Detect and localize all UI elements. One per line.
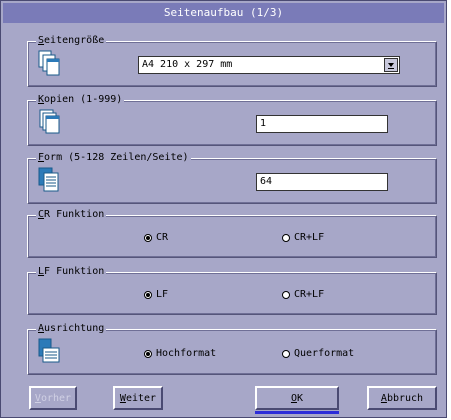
lf-function-group: LF Funktion LF CR+LF bbox=[27, 265, 437, 315]
page-stack-icon bbox=[38, 50, 60, 76]
cancel-button[interactable]: Abbruch bbox=[367, 386, 437, 410]
copies-input[interactable]: 1 bbox=[256, 115, 388, 133]
form-group: Form (5-128 Zeilen/Seite) 64 bbox=[27, 151, 437, 204]
portrait-option-radio[interactable]: Hochformat bbox=[144, 348, 216, 359]
page-setup-dialog: Seitenaufbau (1/3) Seitengröße A4 210 x … bbox=[0, 0, 447, 418]
radio-unselected-icon bbox=[282, 290, 290, 299]
lf-cr-lf-option-radio[interactable]: CR+LF bbox=[282, 289, 324, 300]
landscape-option-radio[interactable]: Querformat bbox=[282, 348, 354, 359]
dropdown-arrow-icon[interactable] bbox=[384, 58, 398, 72]
radio-selected-icon bbox=[144, 290, 152, 299]
dialog-title: Seitenaufbau (1/3) bbox=[3, 3, 444, 23]
orientation-legend: Ausrichtung bbox=[36, 322, 107, 336]
cr-function-group: CR Funktion CR CR+LF bbox=[27, 208, 437, 258]
page-size-legend: Seitengröße bbox=[36, 34, 107, 48]
page-size-dropdown[interactable]: A4 210 x 297 mm bbox=[138, 56, 400, 74]
radio-unselected-icon bbox=[282, 233, 290, 242]
radio-selected-icon bbox=[144, 349, 152, 358]
copies-icon bbox=[39, 109, 60, 134]
cr-option-radio[interactable]: CR bbox=[144, 232, 168, 243]
orientation-icon bbox=[38, 338, 60, 363]
page-size-value: A4 210 x 297 mm bbox=[142, 59, 233, 70]
back-button[interactable]: Vorher bbox=[29, 386, 77, 410]
document-lines-icon bbox=[38, 167, 59, 192]
copies-group: Kopien (1-999) 1 bbox=[27, 93, 437, 146]
cr-lf-option-radio[interactable]: CR+LF bbox=[282, 232, 324, 243]
ok-button[interactable]: OK bbox=[255, 386, 339, 410]
next-button[interactable]: Weiter bbox=[113, 386, 163, 410]
page-size-group: Seitengröße A4 210 x 297 mm bbox=[27, 34, 437, 87]
lf-function-legend: LF Funktion bbox=[36, 265, 107, 279]
radio-unselected-icon bbox=[282, 349, 290, 358]
focus-indicator bbox=[255, 411, 339, 414]
lf-option-radio[interactable]: LF bbox=[144, 289, 168, 300]
radio-selected-icon bbox=[144, 233, 152, 242]
form-lines-input[interactable]: 64 bbox=[256, 173, 388, 191]
cr-function-legend: CR Funktion bbox=[36, 208, 107, 222]
orientation-group: Ausrichtung Hochformat Querformat bbox=[27, 322, 437, 375]
copies-legend: Kopien (1-999) bbox=[36, 93, 125, 107]
form-legend: Form (5-128 Zeilen/Seite) bbox=[36, 151, 191, 165]
